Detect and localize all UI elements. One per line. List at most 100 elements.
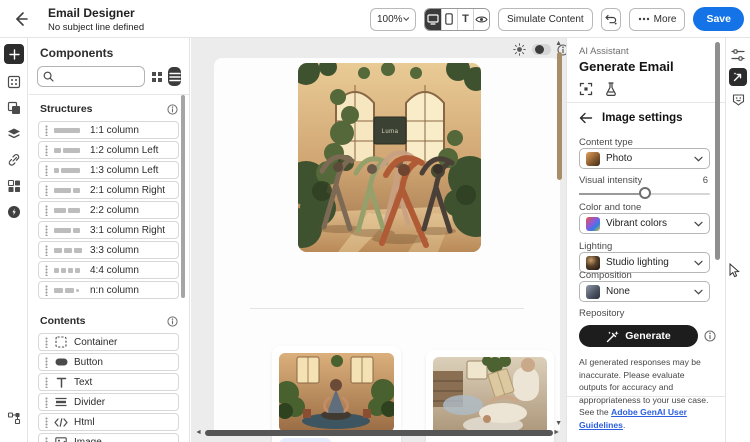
visual-intensity-slider[interactable] xyxy=(579,187,710,199)
toggle-knob xyxy=(535,45,544,54)
structure-item[interactable]: 3:1 column Right xyxy=(38,221,179,239)
structure-item[interactable]: 2:2 column xyxy=(38,201,179,219)
ai-assistant-button[interactable] xyxy=(729,68,747,86)
html-icon xyxy=(54,417,68,427)
content-item[interactable]: Divider xyxy=(38,393,179,411)
left-icon-rail xyxy=(0,38,28,442)
email-canvas[interactable]: Luma ▲ ▼ ◄ ► xyxy=(191,38,566,442)
structure-item[interactable]: 4:4 column xyxy=(38,261,179,279)
scroll-right-arrow[interactable]: ► xyxy=(553,429,560,436)
content-type-dropdown[interactable]: Photo xyxy=(579,148,710,169)
text-icon: T xyxy=(462,13,469,25)
drag-handle-icon[interactable] xyxy=(45,416,48,428)
image-icon xyxy=(55,437,67,442)
reading-illustration xyxy=(433,357,547,436)
content-item[interactable]: Image xyxy=(38,433,179,442)
content-item[interactable]: Text xyxy=(38,373,179,391)
content-item[interactable]: Button xyxy=(38,353,179,371)
structure-item[interactable]: 3:3 column xyxy=(38,241,179,259)
drag-handle-icon[interactable] xyxy=(45,396,48,408)
back-button[interactable] xyxy=(12,10,30,28)
slider-knob[interactable] xyxy=(639,187,652,199)
drag-handle-icon[interactable] xyxy=(45,376,48,388)
generate-info-icon[interactable] xyxy=(704,329,716,347)
drag-handle-icon[interactable] xyxy=(45,164,48,176)
structure-item[interactable]: 1:1 column xyxy=(38,121,179,139)
bolt-circle-icon xyxy=(8,206,20,218)
left-panel-scrollbar[interactable] xyxy=(181,95,185,298)
horizontal-scroll-thumb[interactable] xyxy=(205,430,553,436)
chevron-down-icon xyxy=(694,156,703,162)
content-item[interactable]: Html xyxy=(38,413,179,431)
monitor-icon xyxy=(427,13,439,25)
drag-handle-icon[interactable] xyxy=(45,244,48,256)
scroll-left-arrow[interactable]: ◄ xyxy=(195,429,202,436)
right-panel-scrollbar[interactable] xyxy=(715,42,720,260)
structure-item[interactable]: 1:2 column Left xyxy=(38,141,179,159)
feedback-badge-button[interactable] xyxy=(729,90,747,108)
assets-button[interactable] xyxy=(4,98,24,118)
drag-handle-icon[interactable] xyxy=(45,224,48,236)
structure-item[interactable]: 2:1 column Right xyxy=(38,181,179,199)
generate-button[interactable]: Generate xyxy=(579,325,698,347)
preview-eye-button[interactable] xyxy=(472,8,489,30)
add-components-button[interactable] xyxy=(4,44,24,64)
lighting-value: Studio lighting xyxy=(606,257,669,268)
drag-handle-icon[interactable] xyxy=(45,264,48,276)
ai-disclaimer: AI generated responses may be inaccurate… xyxy=(579,356,715,431)
structure-item[interactable]: 1:3 column Left xyxy=(38,161,179,179)
studio-thumbnail xyxy=(586,255,600,270)
save-button[interactable]: Save xyxy=(693,7,744,31)
zoom-select[interactable]: 100% xyxy=(369,7,416,31)
generate-label: Generate xyxy=(625,330,671,342)
canvas-vertical-scrollbar[interactable] xyxy=(557,52,562,180)
desktop-preview-button[interactable] xyxy=(424,8,441,30)
blocks-icon xyxy=(7,179,20,192)
color-tone-dropdown[interactable]: Vibrant colors xyxy=(579,213,710,234)
drag-handle-icon[interactable] xyxy=(45,124,48,136)
drag-handle-icon[interactable] xyxy=(45,356,48,368)
drag-handle-icon[interactable] xyxy=(45,204,48,216)
text-preview-button[interactable]: T xyxy=(456,8,473,30)
column-layout-icon xyxy=(54,167,84,173)
drag-handle-icon[interactable] xyxy=(45,184,48,196)
list-view-button[interactable] xyxy=(168,67,181,86)
scroll-up-arrow[interactable]: ▲ xyxy=(555,40,562,47)
scroll-down-arrow[interactable]: ▼ xyxy=(555,420,562,427)
undo-button[interactable] xyxy=(600,7,621,31)
grid-view-button[interactable] xyxy=(150,67,163,86)
settings-filters-button[interactable] xyxy=(729,46,747,64)
drag-handle-icon[interactable] xyxy=(45,284,48,296)
dynamic-content-button[interactable] xyxy=(4,202,24,222)
links-button[interactable] xyxy=(4,150,24,170)
expand-icon[interactable] xyxy=(579,82,593,96)
layers-button[interactable] xyxy=(4,124,24,144)
composition-dropdown[interactable]: None xyxy=(579,281,710,302)
mobile-preview-button[interactable] xyxy=(440,8,457,30)
ellipsis-icon xyxy=(638,17,649,21)
more-button[interactable]: More xyxy=(628,7,686,31)
canvas-horizontal-scrollbar[interactable]: ◄ ► xyxy=(191,429,566,437)
content-card-meditation[interactable]: Meditation 15-Minute Guided Meditation xyxy=(272,346,401,442)
content-item[interactable]: Container xyxy=(38,333,179,351)
info-icon[interactable] xyxy=(167,315,178,327)
drag-handle-icon[interactable] xyxy=(45,436,48,442)
column-layout-icon xyxy=(54,227,84,233)
phone-icon xyxy=(445,13,454,25)
info-icon[interactable] xyxy=(167,103,178,115)
content-blocks-button[interactable] xyxy=(4,176,24,196)
structure-item[interactable]: n:n column xyxy=(38,281,179,299)
email-body[interactable]: Luma xyxy=(214,58,560,442)
meditation-illustration xyxy=(279,353,394,432)
hero-image[interactable]: Luma xyxy=(298,63,481,252)
light-mode-icon[interactable] xyxy=(513,43,526,56)
simulate-content-button[interactable]: Simulate Content xyxy=(497,7,593,31)
dark-mode-toggle[interactable] xyxy=(532,44,551,55)
workflow-button[interactable] xyxy=(4,408,24,428)
component-search-input[interactable] xyxy=(37,66,145,87)
image-settings-back[interactable]: Image settings xyxy=(579,112,683,124)
drag-handle-icon[interactable] xyxy=(45,336,48,348)
drag-handle-icon[interactable] xyxy=(45,144,48,156)
structure-view-button[interactable] xyxy=(4,72,24,92)
beaker-icon[interactable] xyxy=(605,82,617,96)
